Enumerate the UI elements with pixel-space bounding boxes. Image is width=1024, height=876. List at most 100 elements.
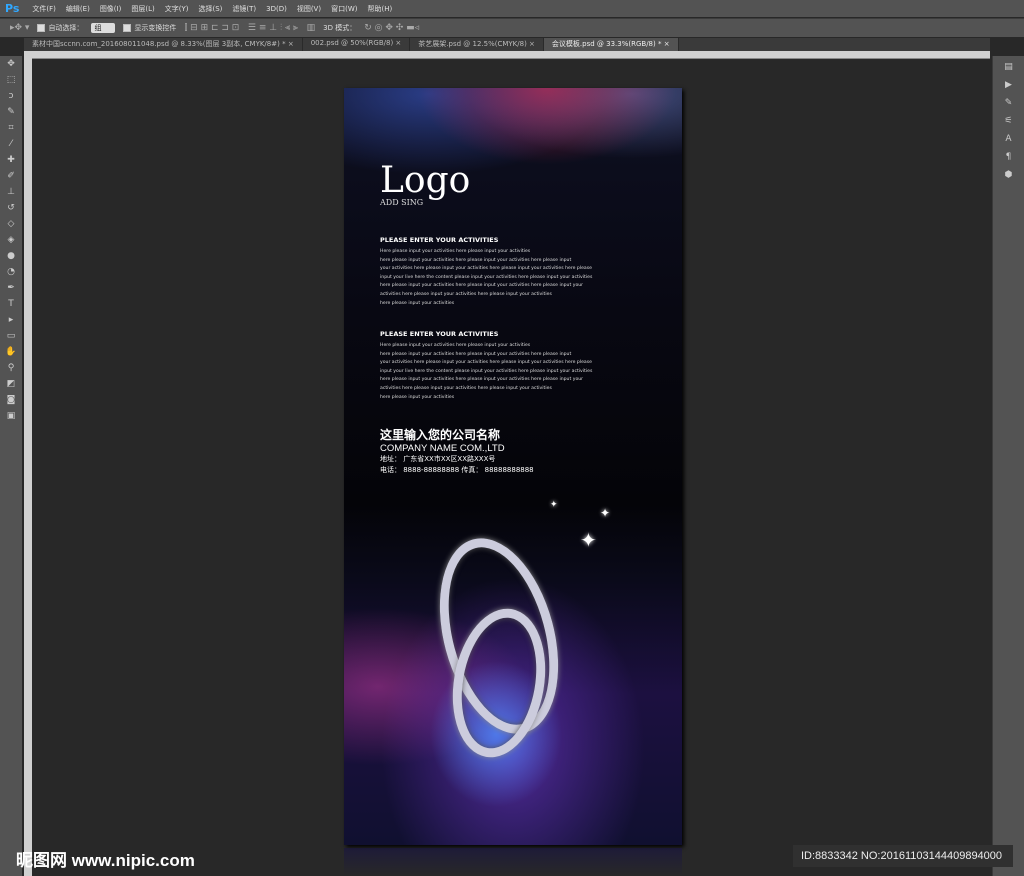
tab-label: 茶艺展架.psd @ 12.5%(CMYK/8) <box>418 40 527 48</box>
company-info: 这里输入您的公司名称 COMPANY NAME COM.,LTD 地址： 广东省… <box>380 426 534 476</box>
menu-edit[interactable]: 编辑(E) <box>61 4 95 14</box>
sparkle-icon: ✦ <box>600 506 611 520</box>
body-line: Here please input your activities here p… <box>380 343 531 348</box>
activities-section-1: PLEASE ENTER YOUR ACTIVITIES Here please… <box>380 236 630 308</box>
sparkle-icon: ✦ <box>580 528 597 552</box>
brush-presets-icon[interactable]: ⚟ <box>1004 116 1012 126</box>
quick-select-tool-icon[interactable]: ✎ <box>7 106 15 119</box>
history-brush-icon[interactable]: ↺ <box>7 202 15 215</box>
menu-view[interactable]: 视图(V) <box>292 4 326 14</box>
stamp-tool-icon[interactable]: ⊥ <box>7 186 15 199</box>
close-icon[interactable]: × <box>395 39 401 47</box>
menu-select[interactable]: 选择(S) <box>193 4 227 14</box>
menu-type[interactable]: 文字(Y) <box>160 4 194 14</box>
tab-label: 会议模板.psd @ 33.3%(RGB/8) * <box>551 40 662 48</box>
auto-select-checkbox[interactable]: 自动选择： <box>37 23 83 33</box>
menu-file[interactable]: 文件(F) <box>27 4 61 14</box>
3d-panel-icon[interactable]: ⬢ <box>1005 170 1013 180</box>
tab-label: 002.psd @ 50%(RGB/8) <box>310 39 394 47</box>
menu-bar: Ps 文件(F) 编辑(E) 图像(I) 图层(L) 文字(Y) 选择(S) 滤… <box>0 0 1024 17</box>
body-line: here please input your activities here p… <box>380 377 584 383</box>
auto-select-dropdown[interactable]: 组 <box>91 23 116 33</box>
company-name-en: COMPANY NAME COM.,LTD <box>380 443 505 454</box>
3d-mode-label: 3D 模式： <box>323 24 357 32</box>
body-line: input your live here the content please … <box>380 274 593 280</box>
tab-label: 素材中国sccnn.com_201608011048.psd @ 8.33%(图… <box>32 40 286 48</box>
zoom-tool-icon[interactable]: ⚲ <box>8 362 15 375</box>
body-line: input your live here the content please … <box>380 368 593 374</box>
lasso-tool-icon[interactable]: ↄ <box>9 90 14 103</box>
body-line: here please input your activities here p… <box>380 351 572 357</box>
image-id-info: ID:8833342 NO:20161103144409894000 <box>793 845 1013 867</box>
auto-select-label: 自动选择： <box>48 24 84 32</box>
menu-window[interactable]: 窗口(W) <box>326 4 362 14</box>
company-name-cn: 这里输入您的公司名称 <box>380 428 501 442</box>
tab-doc-4-active[interactable]: 会议模板.psd @ 33.3%(RGB/8) * × <box>543 38 679 51</box>
body-line: your activities here please input your a… <box>380 360 592 366</box>
shape-tool-icon[interactable]: ▭ <box>7 330 16 343</box>
tab-doc-3[interactable]: 茶艺展架.psd @ 12.5%(CMYK/8) × <box>410 38 544 51</box>
menu-filter[interactable]: 滤镜(T) <box>227 4 261 14</box>
section-heading: PLEASE ENTER YOUR ACTIVITIES <box>380 330 499 338</box>
options-bar: ▸✥ ▾ 自动选择： 组 显示变换控件 ⫿ ⊟ ⊞ ⊏ ⊐ ⊡ ☰ ≡ ⊥ ⫶ … <box>0 18 1024 37</box>
eraser-tool-icon[interactable]: ◇ <box>8 218 15 231</box>
move-tool-icon[interactable]: ▸✥ ▾ <box>10 23 29 33</box>
character-panel-icon[interactable]: A <box>1005 134 1011 144</box>
brush-panel-icon[interactable]: ✎ <box>1005 98 1013 108</box>
dodge-tool-icon[interactable]: ◔ <box>7 266 15 279</box>
poster-logo-subtitle: ADD SING <box>380 198 424 207</box>
paragraph-panel-icon[interactable]: ¶ <box>1006 152 1012 162</box>
body-line: Here please input your activities here p… <box>380 249 531 254</box>
hand-tool-icon[interactable]: ✋ <box>5 346 16 359</box>
eyedropper-tool-icon[interactable]: ⁄ <box>10 138 12 151</box>
gradient-tool-icon[interactable]: ◈ <box>8 234 15 247</box>
menu-layer[interactable]: 图层(L) <box>126 4 159 14</box>
path-select-tool-icon[interactable]: ▸ <box>9 314 14 327</box>
tab-doc-1[interactable]: 素材中国sccnn.com_201608011048.psd @ 8.33%(图… <box>24 38 303 51</box>
body-line: here please input your activities here p… <box>380 283 584 289</box>
align-icons[interactable]: ⫿ ⊟ ⊞ ⊏ ⊐ ⊡ ☰ ≡ ⊥ ⫶ ⫷ ⫸ ▥ <box>184 23 315 33</box>
photoshop-logo: Ps <box>5 2 20 15</box>
body-line: here please input your activities <box>380 300 455 306</box>
body-line: your activities here please input your a… <box>380 266 592 272</box>
watermark: 昵图网 www.nipic.com <box>16 851 195 870</box>
ruler-horizontal <box>24 51 990 59</box>
section-heading: PLEASE ENTER YOUR ACTIVITIES <box>380 236 499 244</box>
body-line: here please input your activities here p… <box>380 257 572 263</box>
menu-help[interactable]: 帮助(H) <box>362 4 397 14</box>
show-transform-checkbox[interactable]: 显示变换控件 <box>123 23 176 33</box>
poster-document: ✦ ✦ ✦ Logo ADD SING PLEASE ENTER YOUR AC… <box>344 88 682 845</box>
poster-logo: Logo <box>380 160 471 201</box>
pen-tool-icon[interactable]: ✒ <box>7 282 15 295</box>
body-line: here please input your activities <box>380 394 455 400</box>
body-line: activities here please input your activi… <box>380 291 552 297</box>
move-tool-icon[interactable]: ✥ <box>7 58 15 71</box>
poster-reflection <box>344 848 682 876</box>
quick-mask-icon[interactable]: ◙ <box>7 394 16 407</box>
healing-tool-icon[interactable]: ✚ <box>7 154 15 167</box>
marquee-tool-icon[interactable]: ⬚ <box>7 74 16 87</box>
close-icon[interactable]: × <box>288 40 294 48</box>
ruler-vertical <box>24 51 32 876</box>
3d-mode-icons[interactable]: ↻ ◎ ✥ ✣ ▬◃ <box>364 23 419 33</box>
color-swatches-icon[interactable]: ◩ <box>7 378 16 391</box>
show-transform-label: 显示变换控件 <box>134 24 177 32</box>
menu-image[interactable]: 图像(I) <box>95 4 127 14</box>
close-icon[interactable]: × <box>664 40 670 48</box>
activities-section-2: PLEASE ENTER YOUR ACTIVITIES Here please… <box>380 330 630 402</box>
screen-mode-icon[interactable]: ▣ <box>7 410 16 423</box>
menu-3d[interactable]: 3D(D) <box>261 5 292 13</box>
brush-tool-icon[interactable]: ✐ <box>7 170 15 183</box>
history-panel-icon[interactable]: ▤ <box>1004 62 1013 72</box>
type-tool-icon[interactable]: T <box>8 298 14 311</box>
document-tabs: 素材中国sccnn.com_201608011048.psd @ 8.33%(图… <box>24 38 990 51</box>
company-phone: 电话： 8888-88888888 传真： 88888888888 <box>380 466 534 474</box>
actions-panel-icon[interactable]: ▶ <box>1005 80 1012 90</box>
crop-tool-icon[interactable]: ⌗ <box>8 122 13 135</box>
tab-doc-2[interactable]: 002.psd @ 50%(RGB/8) × <box>303 38 411 51</box>
company-address: 地址： 广东省XX市XX区XX路XXX号 <box>380 455 496 463</box>
blur-tool-icon[interactable]: ● <box>7 250 15 263</box>
sparkle-icon: ✦ <box>550 500 558 510</box>
close-icon[interactable]: × <box>529 40 535 48</box>
tools-panel: ✥ ⬚ ↄ ✎ ⌗ ⁄ ✚ ✐ ⊥ ↺ ◇ ◈ ● ◔ ✒ T ▸ ▭ ✋ ⚲ … <box>0 56 22 876</box>
